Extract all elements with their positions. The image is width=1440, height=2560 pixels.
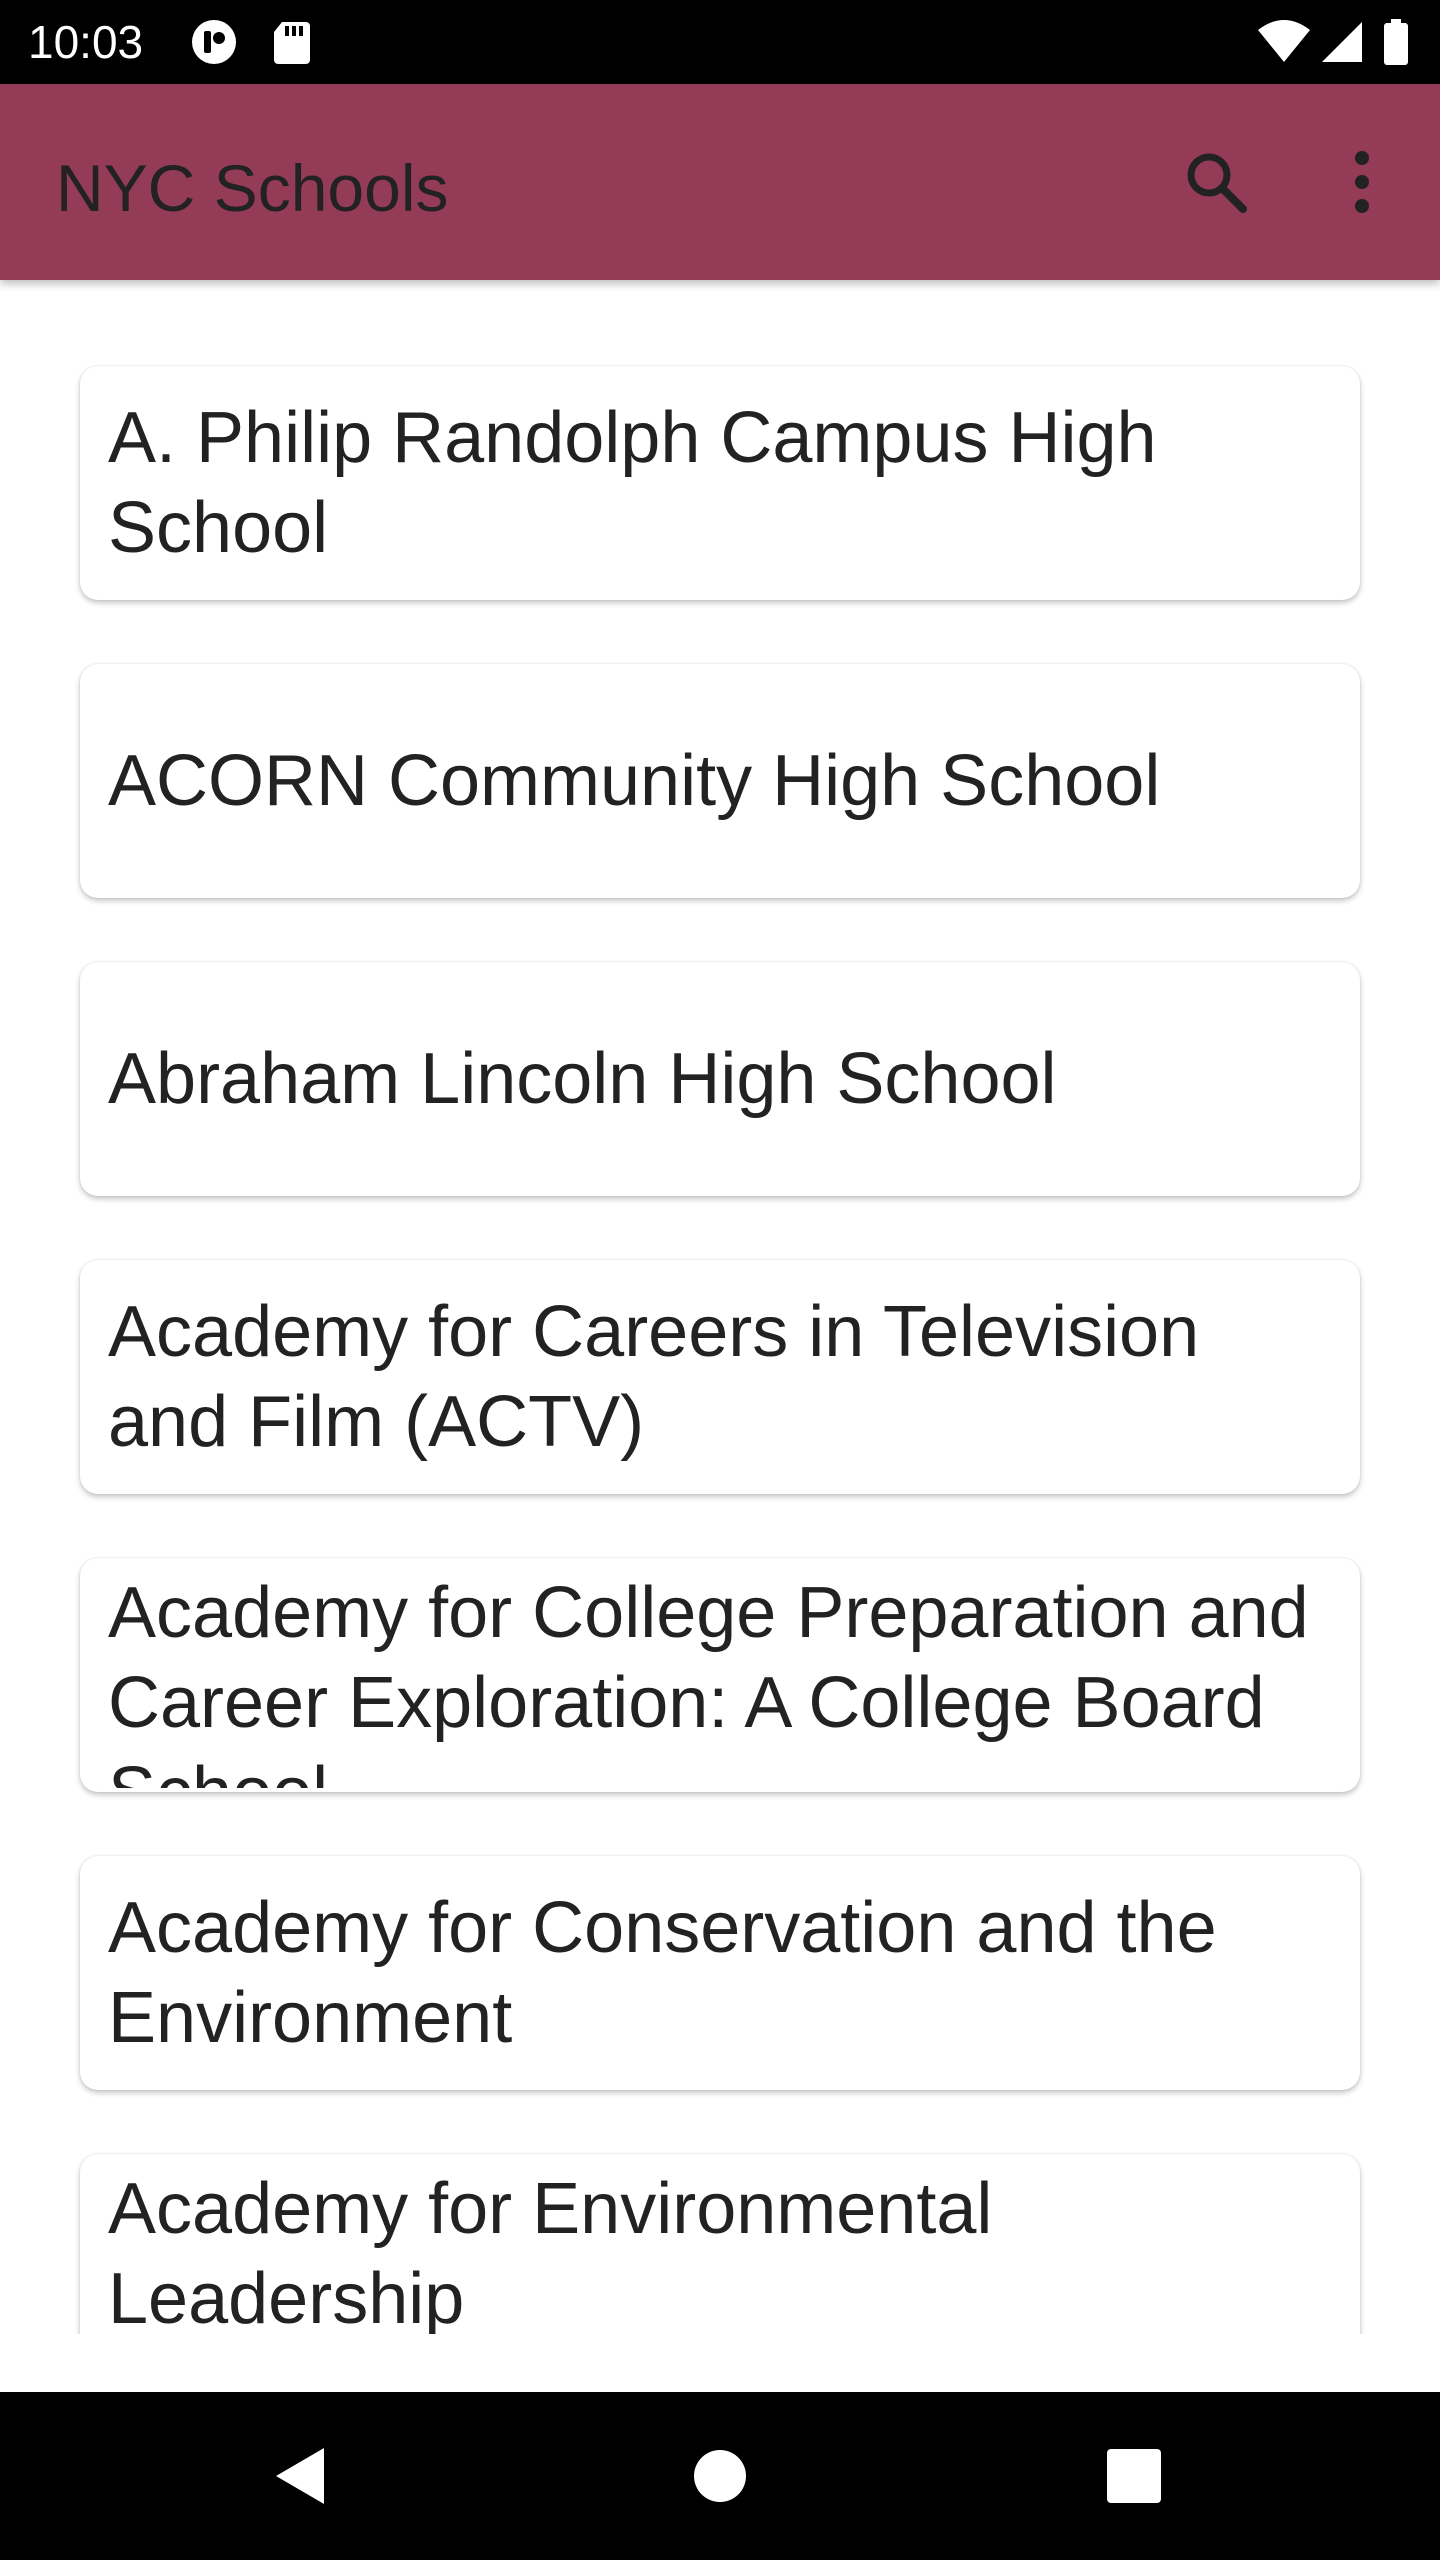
recents-button[interactable] [1090,2432,1178,2520]
school-card[interactable]: Academy for College Preparation and Care… [80,1558,1360,1792]
school-name: Academy for Careers in Television and Fi… [108,1292,1200,1462]
recents-icon [1107,2449,1161,2503]
status-bar: 10:03 [0,0,1440,84]
school-list[interactable]: A. Philip Randolph Campus High School AC… [0,280,1440,2334]
home-button[interactable] [676,2432,764,2520]
school-card[interactable]: Academy for Careers in Television and Fi… [80,1260,1360,1494]
school-card[interactable]: A. Philip Randolph Campus High School [80,366,1360,600]
school-name: ACORN Community High School [108,741,1161,821]
back-button[interactable] [256,2432,344,2520]
back-icon [276,2448,324,2504]
screen: 10:03 NYC Schools A. Philip Randolph Cam… [0,0,1440,2560]
cellular-signal-icon [1322,22,1362,62]
school-card[interactable]: ACORN Community High School [80,664,1360,898]
status-time: 10:03 [28,16,144,68]
search-icon [1187,153,1247,213]
overflow-menu-button[interactable] [1310,130,1414,234]
home-icon [694,2450,746,2502]
school-card[interactable]: Abraham Lincoln High School [80,962,1360,1196]
more-vert-icon [1355,151,1369,213]
school-name: Academy for Conservation and the Environ… [108,1888,1217,2058]
sd-card-icon [274,22,310,64]
school-name: Abraham Lincoln High School [108,1039,1057,1119]
school-name: Academy for Environmental Leadership [108,2169,993,2334]
school-card[interactable]: Academy for Environmental Leadership [80,2154,1360,2334]
school-name: A. Philip Randolph Campus High School [108,398,1157,568]
app-title: NYC Schools [56,151,449,225]
search-button[interactable] [1164,130,1268,234]
app-notification-icon [192,20,236,64]
school-name: Academy for College Preparation and Care… [108,1573,1309,1788]
navigation-bar [0,2392,1440,2560]
app-bar: NYC Schools [0,84,1440,280]
battery-icon [1384,19,1408,65]
school-card[interactable]: Academy for Conservation and the Environ… [80,1856,1360,2090]
wifi-icon [1258,20,1310,62]
